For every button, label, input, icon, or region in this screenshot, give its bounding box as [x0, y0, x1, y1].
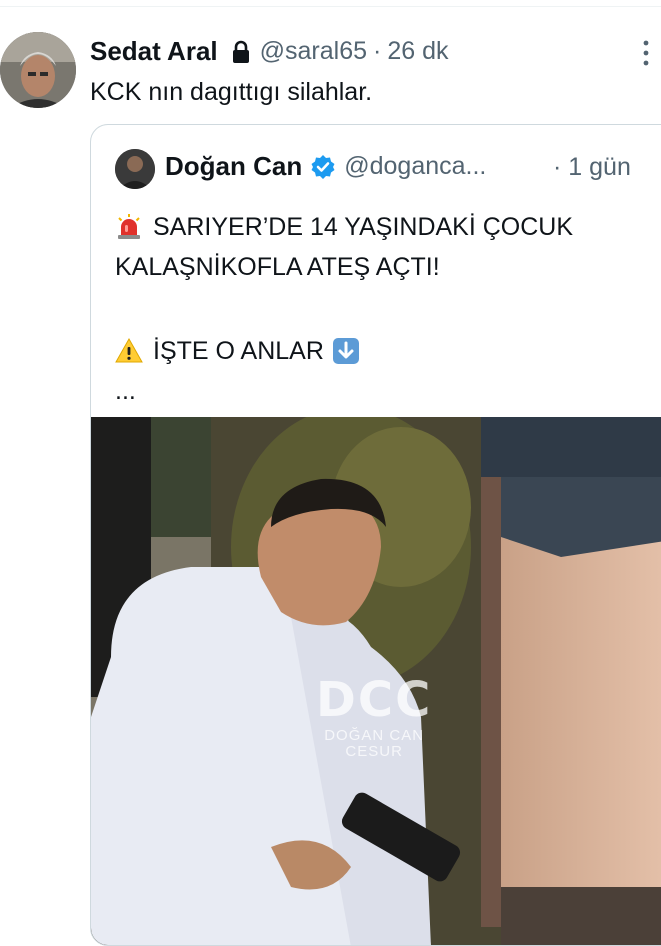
- quoted-text: SARIYER’DE 14 YAŞINDAKİ ÇOCUK KALAŞNİKOF…: [115, 207, 655, 411]
- watermark-logo: DCC: [316, 672, 433, 728]
- tweet-text: KCK nın dagıttıgı silahlar.: [90, 78, 373, 106]
- quoted-line-1-text: SARIYER’DE 14 YAŞINDAKİ ÇOCUK: [153, 213, 574, 241]
- quoted-video[interactable]: DCC DOĞAN CAN CESUR: [91, 417, 661, 945]
- quoted-author-name[interactable]: Doğan Can: [165, 151, 302, 182]
- down-arrow-icon: [332, 337, 360, 365]
- author-handle[interactable]: @saral65: [260, 37, 367, 66]
- quoted-separator: ·: [553, 153, 562, 181]
- top-divider: [0, 6, 661, 7]
- quoted-time[interactable]: 1 gün: [568, 153, 631, 181]
- quoted-time-wrap: · 1 gün: [553, 153, 631, 182]
- author-name[interactable]: Sedat Aral: [90, 36, 218, 67]
- quoted-header: Doğan Can @doganca...: [165, 151, 486, 182]
- quoted-line-1: SARIYER’DE 14 YAŞINDAKİ ÇOCUK: [115, 207, 655, 247]
- quoted-handle[interactable]: @doganca...: [344, 152, 486, 181]
- separator-dot: ·: [373, 37, 382, 65]
- siren-icon: [115, 213, 143, 241]
- quoted-ellipsis: ...: [115, 377, 136, 405]
- quoted-author-avatar[interactable]: [115, 149, 155, 189]
- video-watermark: DCC DOĞAN CAN CESUR: [316, 672, 432, 760]
- warning-icon: [115, 337, 143, 365]
- more-icon[interactable]: [638, 38, 654, 68]
- quoted-line-2: KALAŞNİKOFLA ATEŞ AÇTI!: [115, 247, 655, 287]
- author-avatar[interactable]: [0, 32, 76, 108]
- tweet-header: Sedat Aral @saral65 · 26 dk: [90, 36, 449, 67]
- quoted-line-3-text: İŞTE O ANLAR: [153, 337, 324, 365]
- watermark-line-2: CESUR: [345, 743, 403, 760]
- quoted-line-2-text: KALAŞNİKOFLA ATEŞ AÇTI!: [115, 253, 440, 281]
- quoted-tweet[interactable]: Doğan Can @doganca... · 1 gün SARIYER’DE…: [90, 124, 661, 946]
- quoted-line-3: İŞTE O ANLAR: [115, 331, 655, 371]
- lock-icon: [230, 39, 252, 65]
- watermark-line-1: DOĞAN CAN: [324, 727, 425, 744]
- verified-icon: [310, 154, 336, 180]
- tweet-time[interactable]: 26 dk: [387, 37, 448, 66]
